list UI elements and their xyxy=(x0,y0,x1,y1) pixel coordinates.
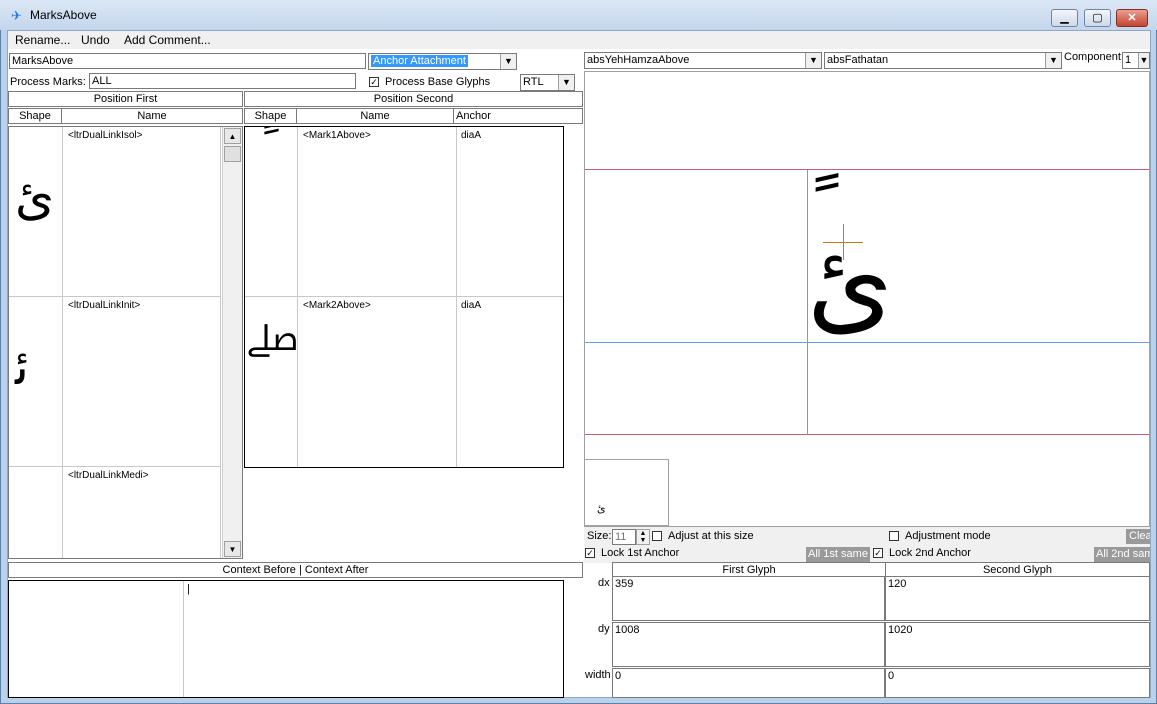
lock-first-anchor-checkbox[interactable]: ✓ xyxy=(585,548,595,558)
adjust-size-checkbox[interactable] xyxy=(652,531,662,541)
descender-guide-line xyxy=(585,434,1149,435)
context-header: Context Before | Context After xyxy=(8,562,583,578)
lookup-name-field[interactable]: MarksAbove xyxy=(9,53,366,69)
glyph-name: <ltrDualLinkIsol> xyxy=(68,130,143,141)
chevron-down-icon[interactable]: ▼ xyxy=(805,53,821,68)
dx-first-field[interactable]: 359 xyxy=(612,576,885,621)
position-second-header: Position Second xyxy=(244,91,583,107)
window-title: MarksAbove xyxy=(30,8,97,22)
lock-second-anchor-label: Lock 2nd Anchor xyxy=(889,547,971,559)
list-item-shape[interactable]: ً xyxy=(245,127,298,297)
position-first-list[interactable]: ئ <ltrDualLinkIsol> ﺋ <ltrDualLinkInit> … xyxy=(8,126,243,559)
first-shape-col-header[interactable]: Shape xyxy=(8,108,62,124)
list-item-shape[interactable] xyxy=(9,467,63,558)
first-list-scrollbar[interactable]: ▲ ▼ xyxy=(222,127,242,558)
glyph-name: <Mark1Above> xyxy=(303,130,371,141)
second-shape-col-header[interactable]: Shape xyxy=(244,108,297,124)
list-item-name[interactable]: <ltrDualLinkMedi> xyxy=(63,467,221,558)
maximize-button[interactable]: ▢ xyxy=(1084,9,1111,27)
lock-first-anchor-label: Lock 1st Anchor xyxy=(601,547,680,559)
width-first-field[interactable]: 0 xyxy=(612,668,885,698)
list-item-anchor[interactable]: diaA xyxy=(457,297,563,467)
chevron-down-icon[interactable]: ▼ xyxy=(500,54,516,69)
dy-first-field[interactable]: 1008 xyxy=(612,622,885,667)
mini-preview: ئ xyxy=(584,459,669,526)
adjust-size-label: Adjust at this size xyxy=(668,530,754,542)
menu-rename[interactable]: Rename... xyxy=(15,33,70,47)
lock-second-anchor-checkbox[interactable]: ✓ xyxy=(873,548,883,558)
glyph-name: <Mark2Above> xyxy=(303,300,371,311)
first-glyph-select[interactable]: absYehHamzaAbove ▼ xyxy=(584,52,822,69)
anchor-crosshair-v[interactable] xyxy=(843,224,844,260)
size-label: Size: xyxy=(587,530,612,542)
list-item-name[interactable]: <Mark1Above> xyxy=(298,127,457,297)
all-second-same-button[interactable]: All 2nd same xyxy=(1094,547,1150,562)
lookup-type-value: Anchor Attachment xyxy=(371,55,468,67)
glyph-shape: ﺋ xyxy=(15,338,29,396)
chevron-down-icon[interactable]: ▼ xyxy=(1138,53,1149,68)
dx-label: dx xyxy=(598,577,610,589)
chevron-down-icon[interactable]: ▼ xyxy=(1045,53,1061,68)
list-item-anchor[interactable]: diaA xyxy=(457,127,563,297)
all-first-same-button[interactable]: All 1st same xyxy=(806,547,870,562)
anchor-name: diaA xyxy=(461,130,482,141)
scroll-up-icon[interactable]: ▲ xyxy=(224,128,241,144)
context-cursor: | xyxy=(187,583,190,595)
ascender-guide-line xyxy=(585,169,1149,170)
scroll-down-icon[interactable]: ▼ xyxy=(224,541,241,557)
chevron-down-icon[interactable]: ▼ xyxy=(558,75,574,90)
second-name-col-header[interactable]: Name xyxy=(296,108,454,124)
position-second-list[interactable]: ً <Mark1Above> diaA ﷰ <Mark2Above> diaA xyxy=(244,126,564,468)
close-button[interactable]: ✕ xyxy=(1116,9,1148,27)
first-name-col-header[interactable]: Name xyxy=(61,108,243,124)
menu-undo[interactable]: Undo xyxy=(81,33,110,47)
position-first-header: Position First xyxy=(8,91,243,107)
component-value: 1 xyxy=(1125,54,1132,66)
dy-label: dy xyxy=(598,623,610,635)
app-icon: ✈ xyxy=(11,8,22,23)
menu-add-comment[interactable]: Add Comment... xyxy=(124,33,211,47)
list-item-shape[interactable]: ﺋ xyxy=(9,297,63,467)
size-spinner[interactable]: ▲ ▼ xyxy=(636,529,650,545)
process-marks-field[interactable]: ALL xyxy=(89,73,356,89)
glyph-shape: ﷰ xyxy=(247,319,299,359)
width-label: width xyxy=(585,669,611,681)
minimize-button[interactable]: ▁ xyxy=(1051,9,1078,27)
adjustment-mode-checkbox[interactable] xyxy=(889,531,899,541)
glyph-name: <ltrDualLinkInit> xyxy=(68,300,141,311)
clear-button[interactable]: Clear xyxy=(1126,529,1150,544)
second-glyph-value: absFathatan xyxy=(827,54,889,66)
glyph-name: <ltrDualLinkMedi> xyxy=(68,470,149,481)
dx-second-field[interactable]: 120 xyxy=(885,576,1150,621)
component-label: Component: xyxy=(1064,51,1124,63)
second-anchor-col-header[interactable]: Anchor xyxy=(453,108,583,124)
main-glyph: ئ xyxy=(807,218,894,346)
width-second-field[interactable]: 0 xyxy=(885,668,1150,698)
list-item-name[interactable]: <ltrDualLinkInit> xyxy=(63,297,221,467)
context-divider xyxy=(183,581,184,697)
adjustment-mode-label: Adjustment mode xyxy=(905,530,991,542)
dy-second-field[interactable]: 1020 xyxy=(885,622,1150,667)
direction-select[interactable]: RTL ▼ xyxy=(520,74,575,91)
component-select[interactable]: 1 ▼ xyxy=(1122,52,1150,69)
second-glyph-select[interactable]: absFathatan ▼ xyxy=(824,52,1062,69)
scroll-thumb[interactable] xyxy=(224,146,241,162)
list-item-shape[interactable]: ئ xyxy=(9,127,63,297)
anchor-name: diaA xyxy=(461,300,482,311)
list-item-shape[interactable]: ﷰ xyxy=(245,297,299,467)
process-base-checkbox[interactable]: ✓ xyxy=(369,77,379,87)
size-field[interactable]: 11 xyxy=(612,529,636,545)
first-glyph-value: absYehHamzaAbove xyxy=(587,54,690,66)
process-marks-label: Process Marks: xyxy=(10,76,86,88)
process-base-label: Process Base Glyphs xyxy=(385,76,491,88)
list-item-name[interactable]: <Mark2Above> xyxy=(298,297,457,467)
mini-glyph: ئ xyxy=(597,502,606,515)
glyph-shape: ئ xyxy=(15,168,55,226)
list-item-name[interactable]: <ltrDualLinkIsol> xyxy=(63,127,221,297)
context-panel[interactable]: | xyxy=(8,580,564,698)
lookup-type-select[interactable]: Anchor Attachment ▼ xyxy=(368,53,517,70)
title-bar[interactable] xyxy=(0,0,1157,30)
direction-value: RTL xyxy=(523,76,544,88)
